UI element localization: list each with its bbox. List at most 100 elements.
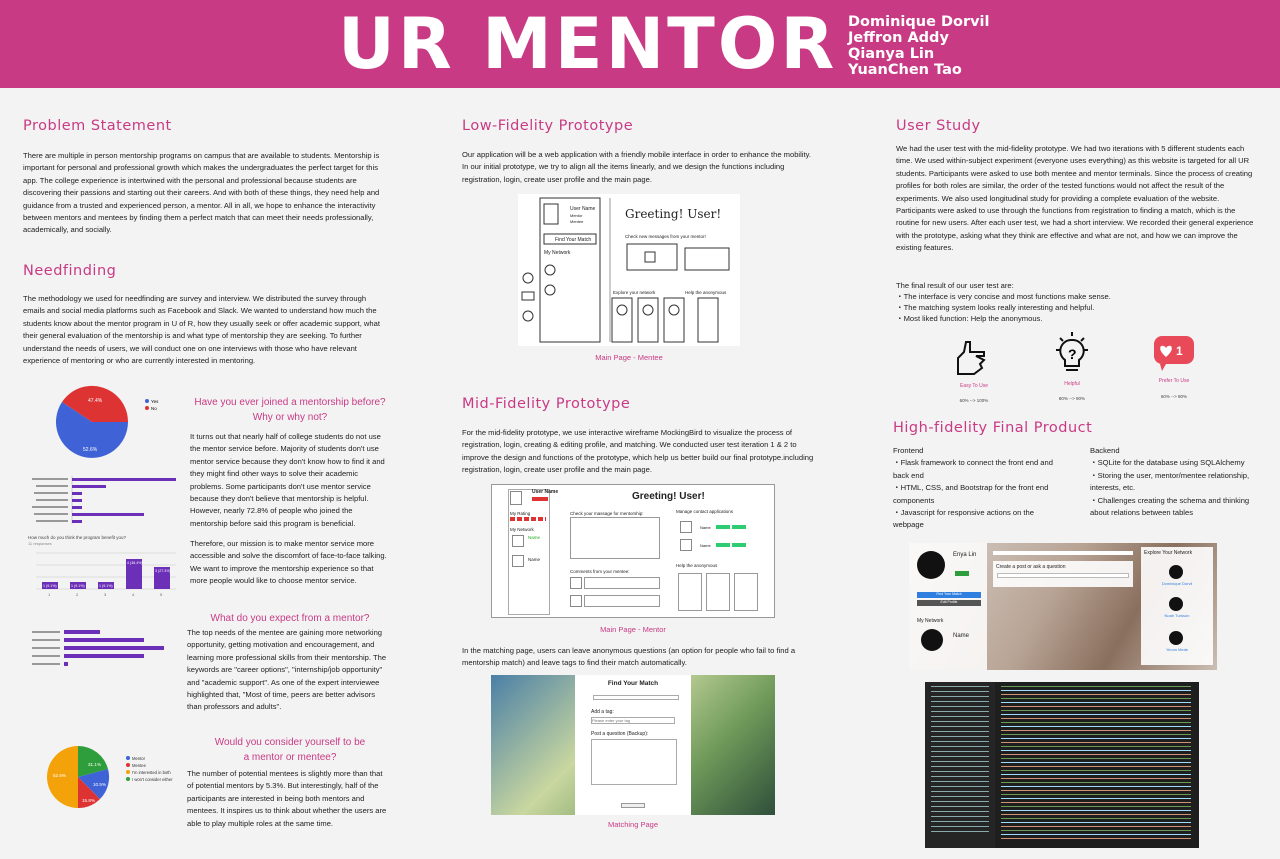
- wire-input[interactable]: [584, 577, 660, 589]
- file-tree: [925, 682, 995, 848]
- network-person[interactable]: Yeonn Mede: [1141, 647, 1213, 652]
- q2-text: The top needs of the mentee are gaining …: [187, 628, 387, 712]
- sketch-user: User Name: [570, 206, 596, 212]
- midfi-wireframe: User Name My Rating My Network Name Name…: [491, 484, 775, 618]
- edit-profile-button[interactable]: Edit Profile: [917, 600, 981, 606]
- role-pie: 31.1% 10.5% 15.8% 52.6% Mentor Mentee I'…: [47, 745, 173, 809]
- easy-icon: [957, 341, 986, 375]
- icon-label: Easy To Use: [960, 383, 988, 389]
- study-title: User Study: [896, 118, 981, 134]
- wire-accept[interactable]: [732, 525, 746, 529]
- bar: [72, 492, 82, 495]
- post-input[interactable]: [997, 573, 1129, 578]
- bar: [72, 478, 176, 481]
- backend-item: ・Challenges creating the schema and thin…: [1090, 495, 1250, 518]
- find-match-button[interactable]: Find Your Match: [917, 592, 981, 598]
- wire-input[interactable]: [584, 595, 660, 607]
- wire-textarea[interactable]: [570, 517, 660, 559]
- wire-accept[interactable]: [716, 543, 730, 547]
- pie-label: 15.8%: [82, 798, 95, 803]
- benefit-bar-chart: 1 (9.1%) 1 (9.1%) 1 (9.1%) 4 (36.4%) 3 (…: [36, 552, 176, 597]
- lofi-caption: Main Page - Mentee: [595, 353, 663, 362]
- network-person[interactable]: Noah Turkson: [1141, 613, 1213, 618]
- hifi-my-network: My Network: [917, 618, 944, 624]
- icon-label: Prefer To Use: [1158, 378, 1190, 384]
- backend-list: Backend ・SQLite for the database using S…: [1090, 445, 1250, 519]
- wire-avatar: [570, 595, 582, 607]
- network-title: Explore Your Network: [1144, 550, 1193, 556]
- wire-card[interactable]: [706, 573, 730, 611]
- wire-avatar: [680, 521, 692, 533]
- wire-accept[interactable]: [716, 525, 730, 529]
- icon-pct: 60% --> 100%: [959, 398, 989, 403]
- lofi-sketch: User Name Mentor Mentee Find Your Match …: [518, 194, 740, 346]
- wire-net-avatar: [512, 555, 524, 567]
- post-title: Create a post or ask a question: [996, 564, 1066, 570]
- wire-card[interactable]: [678, 573, 702, 611]
- needfinding-text: The methodology we used for needfinding …: [23, 294, 380, 366]
- bar-label: 4 (36.4%): [127, 561, 143, 565]
- expectations-bar-chart: [32, 630, 164, 666]
- avatar: [921, 629, 943, 651]
- frontend-list: Frontend ・Flask framework to connect the…: [893, 445, 1063, 532]
- bar: [72, 485, 106, 488]
- q3-title: Would you consider yourself to be a ment…: [185, 735, 395, 765]
- legend-item: Mentee: [132, 763, 147, 768]
- midfi-title: Mid-Fidelity Prototype: [462, 396, 631, 412]
- wire-name: Name: [528, 535, 541, 540]
- bar: [64, 654, 144, 658]
- reasons-bar-chart: [32, 476, 176, 524]
- legend-item: Mentor: [132, 756, 146, 761]
- wire-card[interactable]: [734, 573, 758, 611]
- match-tag-input[interactable]: [591, 717, 675, 724]
- search-bar[interactable]: [993, 551, 1133, 555]
- match-submit[interactable]: [621, 803, 645, 808]
- wire-avatar: [680, 539, 692, 551]
- wire-comments: Comments from your mentee:: [570, 569, 630, 574]
- icon-pct: 80% --> 90%: [1058, 396, 1086, 401]
- tick-label: 5: [160, 592, 163, 597]
- bar2-title: How much do you think the program benefi…: [28, 535, 127, 540]
- sketch-find: Find Your Match: [555, 237, 592, 243]
- author-list: Dominique Dorvil Jeffron Addy Qianya Lin…: [848, 14, 990, 78]
- wire-manage: Manage contact applications: [676, 509, 734, 514]
- lofi-text: Our application will be a web applicatio…: [462, 150, 811, 184]
- frontend-title: Frontend: [893, 446, 924, 455]
- wire-accept[interactable]: [732, 543, 746, 547]
- legend-item: I'm interested in both: [132, 770, 171, 775]
- q3-title-line: a mentor or mentee?: [243, 752, 337, 763]
- tick-label: 2: [76, 592, 79, 597]
- pie-label: 52.6%: [83, 447, 98, 453]
- backend-item: ・Storing the user, mentor/mentee relatio…: [1090, 470, 1250, 493]
- bar: [72, 506, 82, 509]
- bar2-subtitle: 11 responses: [28, 541, 52, 546]
- svg-text:?: ?: [1068, 346, 1077, 362]
- lofi-title: Low-Fidelity Prototype: [462, 118, 634, 134]
- status-badge: [955, 571, 969, 576]
- sketch-messages: Check new messages from your mentor!: [625, 234, 706, 239]
- poster-header: UR MENTOR Dominique Dorvil Jeffron Addy …: [0, 0, 1280, 88]
- legend-item: I won't consider either: [132, 777, 173, 782]
- match-post-input[interactable]: [591, 739, 677, 785]
- wire-red-btn[interactable]: [532, 497, 548, 501]
- legend-yes: Yes: [151, 399, 159, 404]
- lightbulb-icon: ?: [1056, 332, 1088, 371]
- match-panel: Find Your Match Add a tag: Post a questi…: [575, 675, 691, 815]
- study-text: We had the user test with the mid-fideli…: [896, 144, 1254, 253]
- poster-title: UR MENTOR: [338, 3, 838, 85]
- wire-check: Check your massage for mentorship:: [570, 511, 644, 516]
- match-tabs[interactable]: [593, 695, 679, 700]
- study-result: ・Most liked function: Help the anonymous…: [896, 314, 1043, 323]
- bar: [72, 513, 144, 516]
- icon-label: Helpful: [1064, 381, 1080, 387]
- wire-name: Name: [700, 525, 711, 530]
- network-person[interactable]: Dominique Dorvil: [1141, 581, 1213, 586]
- wire-avatar: [570, 577, 582, 589]
- author: YuanChen Tao: [848, 62, 962, 78]
- tick-label: 4: [132, 592, 135, 597]
- bar: [72, 520, 82, 523]
- hifi-name: Name: [953, 633, 970, 639]
- bar: [64, 662, 68, 666]
- bar: [64, 646, 164, 650]
- wire-greeting: Greeting! User!: [632, 491, 705, 502]
